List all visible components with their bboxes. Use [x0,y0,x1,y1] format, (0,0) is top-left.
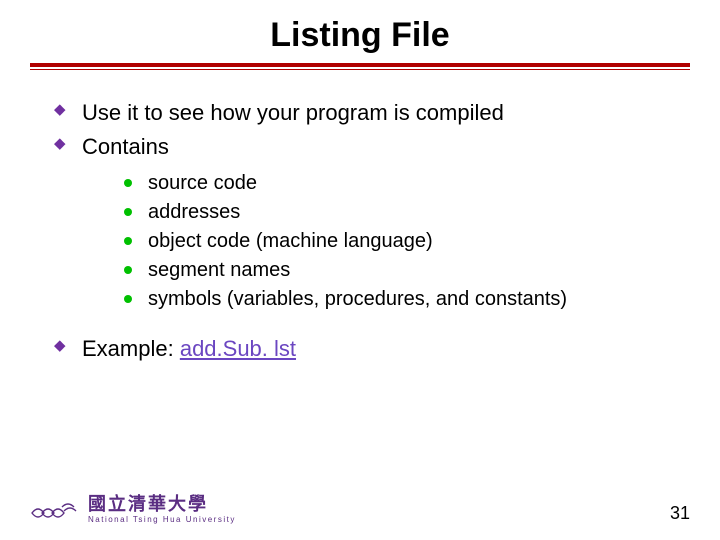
title-rule-thin [30,69,690,70]
university-name-cn: 國立清華大學 [88,495,236,513]
bullet-example: Example: add.Sub. lst [52,334,660,364]
university-name-en: National Tsing Hua University [88,516,236,524]
slide-title: Listing File [0,0,720,57]
sub-addresses: addresses [122,198,660,227]
sub-segment-names: segment names [122,256,660,285]
sub-symbols: symbols (variables, procedures, and cons… [122,285,660,314]
sub-source-code: source code [122,169,660,198]
bullet-text: Contains [82,134,169,159]
example-link[interactable]: add.Sub. lst [180,336,296,361]
sub-text: symbols (variables, procedures, and cons… [148,288,567,310]
footer: 國立清華大學 National Tsing Hua University 31 [30,495,690,524]
university-logo-icon [30,499,78,521]
sub-object-code: object code (machine language) [122,227,660,256]
university-brand: 國立清華大學 National Tsing Hua University [30,495,236,524]
example-prefix: Example: [82,336,180,361]
bullet-list-level1: Use it to see how your program is compil… [52,98,660,364]
sub-text: object code (machine language) [148,230,433,252]
sub-text: source code [148,172,257,194]
bullet-text: Use it to see how your program is compil… [82,100,504,125]
bullet-list-level2: source code addresses object code (machi… [122,169,660,314]
content-area: Use it to see how your program is compil… [52,98,660,364]
bullet-contains: Contains source code addresses object co… [52,132,660,315]
sub-text: addresses [148,201,240,223]
university-text: 國立清華大學 National Tsing Hua University [88,495,236,524]
slide: Listing File Use it to see how your prog… [0,0,720,540]
sub-text: segment names [148,259,290,281]
page-number: 31 [670,503,690,524]
bullet-use-it: Use it to see how your program is compil… [52,98,660,128]
title-rule-thick [30,63,690,67]
